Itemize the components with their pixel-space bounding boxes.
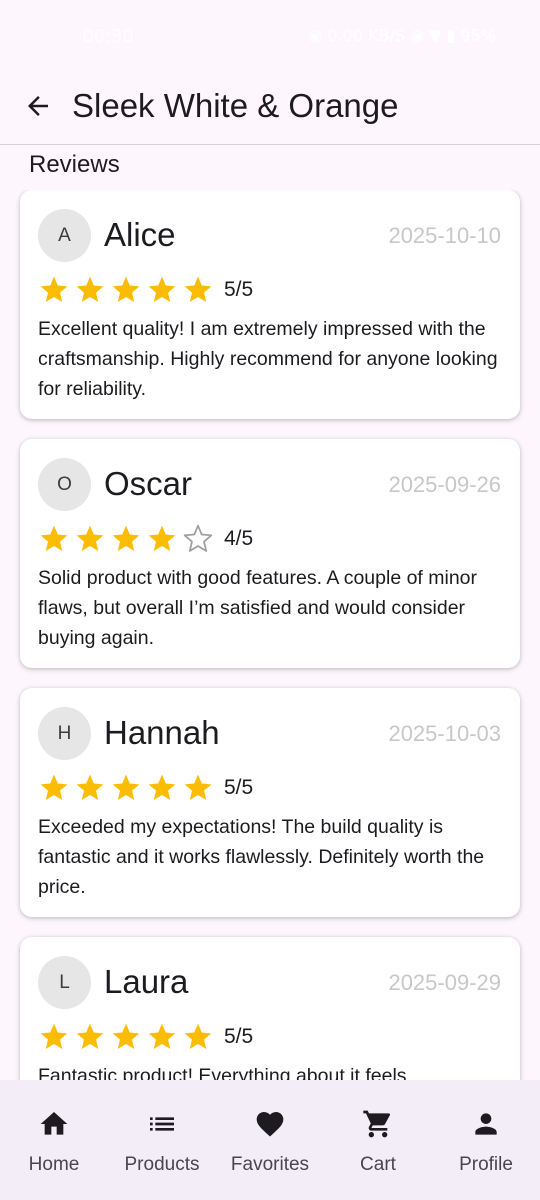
nav-profile[interactable]: Profile (432, 1080, 540, 1200)
star-filled-icon (184, 276, 212, 302)
reviewer-name: Laura (104, 963, 189, 1000)
back-button[interactable] (18, 86, 58, 126)
nav-favorites[interactable]: Favorites (216, 1080, 324, 1200)
star-filled-icon (148, 774, 176, 800)
avatar: O (38, 458, 91, 511)
review-card: A Alice 2025-10-10 5/5 Excellent quality… (20, 190, 520, 419)
star-filled-icon (76, 774, 104, 800)
star-filled-icon (40, 276, 68, 302)
rating-text: 5/5 (224, 776, 254, 799)
reviewer-name: Oscar (104, 465, 193, 502)
cart-icon (363, 1110, 391, 1138)
status-bar: 00:30 ◉ 0.00 KB/S ◉ ▼ ▮ 95% (0, 0, 540, 72)
reviewer-name: Alice (104, 216, 176, 253)
review-date: 2025-09-29 (388, 970, 501, 995)
review-card: H Hannah 2025-10-03 5/5 Exceeded my expe… (20, 688, 520, 917)
reviewer-name: Hannah (104, 714, 220, 751)
avatar: H (38, 707, 91, 760)
star-filled-icon (112, 774, 140, 800)
avatar: A (38, 209, 91, 262)
nav-home[interactable]: Home (0, 1080, 108, 1200)
star-filled-icon (148, 276, 176, 302)
arrow-back-icon (28, 96, 48, 116)
avatar: L (38, 956, 91, 1009)
page-title: Sleek White & Orange (72, 87, 399, 124)
nav-label: Products (124, 1154, 200, 1175)
status-indicators: ◉ 0.00 KB/S ◉ ▼ ▮ 95% (308, 26, 496, 45)
nav-cart[interactable]: Cart (324, 1080, 432, 1200)
review-text: Excellent quality! I am extremely impres… (38, 318, 498, 400)
star-empty-icon (183, 524, 213, 552)
review-date: 2025-10-10 (388, 223, 501, 248)
star-filled-icon (112, 1023, 140, 1049)
nav-label: Home (28, 1154, 80, 1175)
star-filled-icon (184, 1023, 212, 1049)
star-filled-icon (184, 774, 212, 800)
rating-text: 5/5 (224, 1025, 254, 1048)
nav-label: Profile (459, 1154, 513, 1175)
review-card: O Oscar 2025-09-26 4/5 Solid product wit… (20, 439, 520, 668)
app-bar: Sleek White & Orange (0, 72, 540, 144)
app-bar-divider (0, 144, 540, 145)
star-rating: 4/5 (38, 523, 253, 555)
rating-text: 4/5 (224, 527, 254, 550)
review-date: 2025-10-03 (388, 721, 501, 746)
review-card: L Laura 2025-09-29 5/5 Fantastic product… (20, 937, 520, 1080)
star-filled-icon (112, 276, 140, 302)
star-filled-icon (76, 525, 104, 551)
star-filled-icon (112, 525, 140, 551)
reviews-heading: Reviews (29, 151, 120, 178)
star-filled-icon (40, 774, 68, 800)
review-text: Exceeded my expectations! The build qual… (38, 816, 485, 898)
star-filled-icon (40, 525, 68, 551)
heart-icon (256, 1112, 284, 1137)
star-rating: 5/5 (38, 1021, 253, 1053)
status-time: 00:30 (82, 26, 134, 47)
star-filled-icon (76, 1023, 104, 1049)
list-icon (150, 1117, 174, 1131)
rating-text: 5/5 (224, 278, 254, 301)
star-filled-icon (148, 525, 176, 551)
nav-label: Cart (360, 1154, 396, 1175)
review-date: 2025-09-26 (388, 472, 501, 497)
review-text: Fantastic product! Everything about it f… (38, 1065, 407, 1080)
bottom-navigation: Home Products Favorites Cart Profile (0, 1080, 540, 1200)
star-rating: 5/5 (38, 772, 253, 804)
star-filled-icon (148, 1023, 176, 1049)
star-rating: 5/5 (38, 274, 253, 306)
review-text: Solid product with good features. A coup… (38, 567, 478, 649)
star-filled-icon (40, 1023, 68, 1049)
nav-products[interactable]: Products (108, 1080, 216, 1200)
nav-label: Favorites (230, 1154, 310, 1175)
home-icon (40, 1112, 68, 1135)
person-icon (475, 1113, 497, 1135)
reviews-list[interactable]: A Alice 2025-10-10 5/5 Excellent quality… (0, 190, 540, 1080)
star-filled-icon (76, 276, 104, 302)
